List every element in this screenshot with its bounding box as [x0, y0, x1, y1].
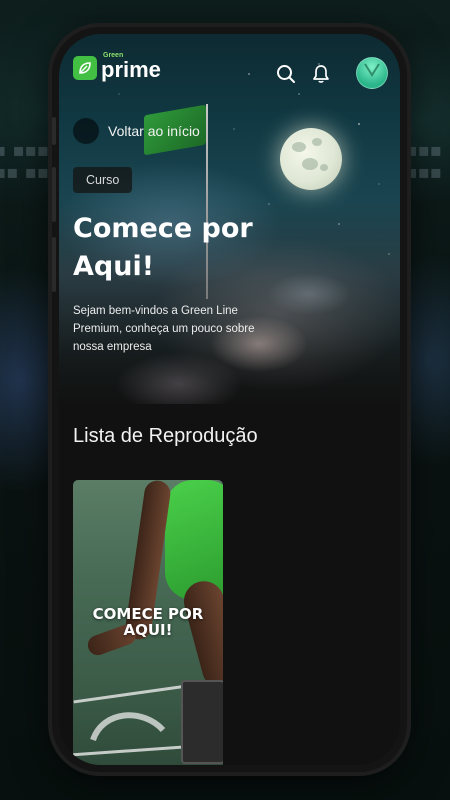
starting-block-decoration — [181, 680, 223, 764]
backdrop-decoration: ▪▪▪ ▪▪▪ — [405, 140, 442, 183]
playlist-section-title: Lista de Reprodução — [73, 425, 258, 447]
runner-shirt-decoration — [165, 480, 223, 600]
phone-side-button — [52, 167, 56, 222]
logo-main-text: prime — [101, 57, 161, 82]
top-navigation-bar: Green prime — [59, 34, 400, 114]
card-caption-line1: COMECE POR — [92, 605, 204, 623]
card-caption: COMECE POR AQUI! — [73, 606, 223, 638]
back-link-label: Voltar ao início — [108, 123, 200, 139]
app-screen: Green prime Voltar ao início Curso Comec… — [59, 34, 400, 765]
moon-decoration — [280, 128, 342, 190]
search-icon — [277, 65, 295, 83]
user-avatar[interactable] — [356, 57, 388, 89]
phone-side-button — [52, 237, 56, 292]
playlist-item-card[interactable]: COMECE POR AQUI! — [73, 480, 223, 765]
phone-frame: Green prime Voltar ao início Curso Comec… — [52, 27, 407, 772]
brand-logo[interactable]: Green prime — [73, 52, 161, 82]
leaf-logo-icon — [73, 56, 97, 80]
phone-side-button — [52, 117, 56, 145]
search-button[interactable] — [274, 62, 298, 86]
back-arrow-icon — [73, 118, 99, 144]
card-caption-line2: AQUI! — [123, 621, 173, 639]
notifications-button[interactable] — [309, 62, 333, 86]
logo-small-text: Green — [103, 52, 124, 59]
backdrop-decoration: ▪ ▪▪▪▪▪ ▪▪ — [0, 140, 50, 183]
back-to-home-link[interactable]: Voltar ao início — [73, 118, 200, 144]
hero-title: Comece por Aqui! — [73, 213, 253, 282]
hero-description: Sejam bem-vindos a Green Line Premium, c… — [73, 305, 255, 353]
category-badge: Curso — [73, 167, 133, 193]
bell-icon — [313, 65, 329, 83]
track-number-decoration — [90, 712, 166, 742]
logo-wordmark: Green prime — [101, 52, 161, 82]
avatar-icon — [364, 63, 380, 77]
